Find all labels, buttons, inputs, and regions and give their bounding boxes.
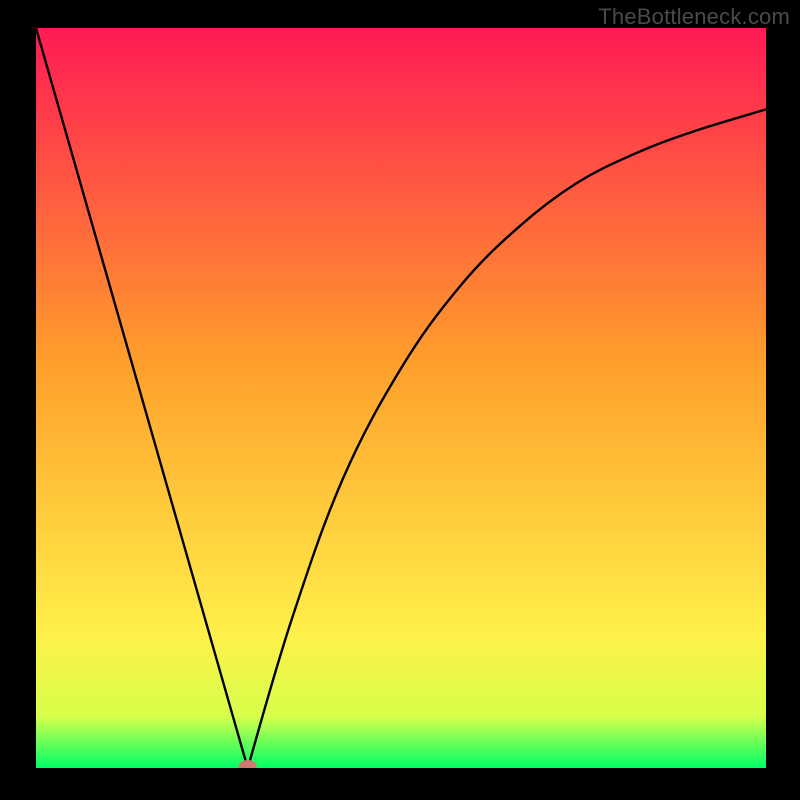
watermark-text: TheBottleneck.com [598,4,790,30]
chart-svg [36,28,766,768]
gradient-background [36,28,766,768]
chart-container: TheBottleneck.com [0,0,800,800]
plot-area [36,28,766,768]
